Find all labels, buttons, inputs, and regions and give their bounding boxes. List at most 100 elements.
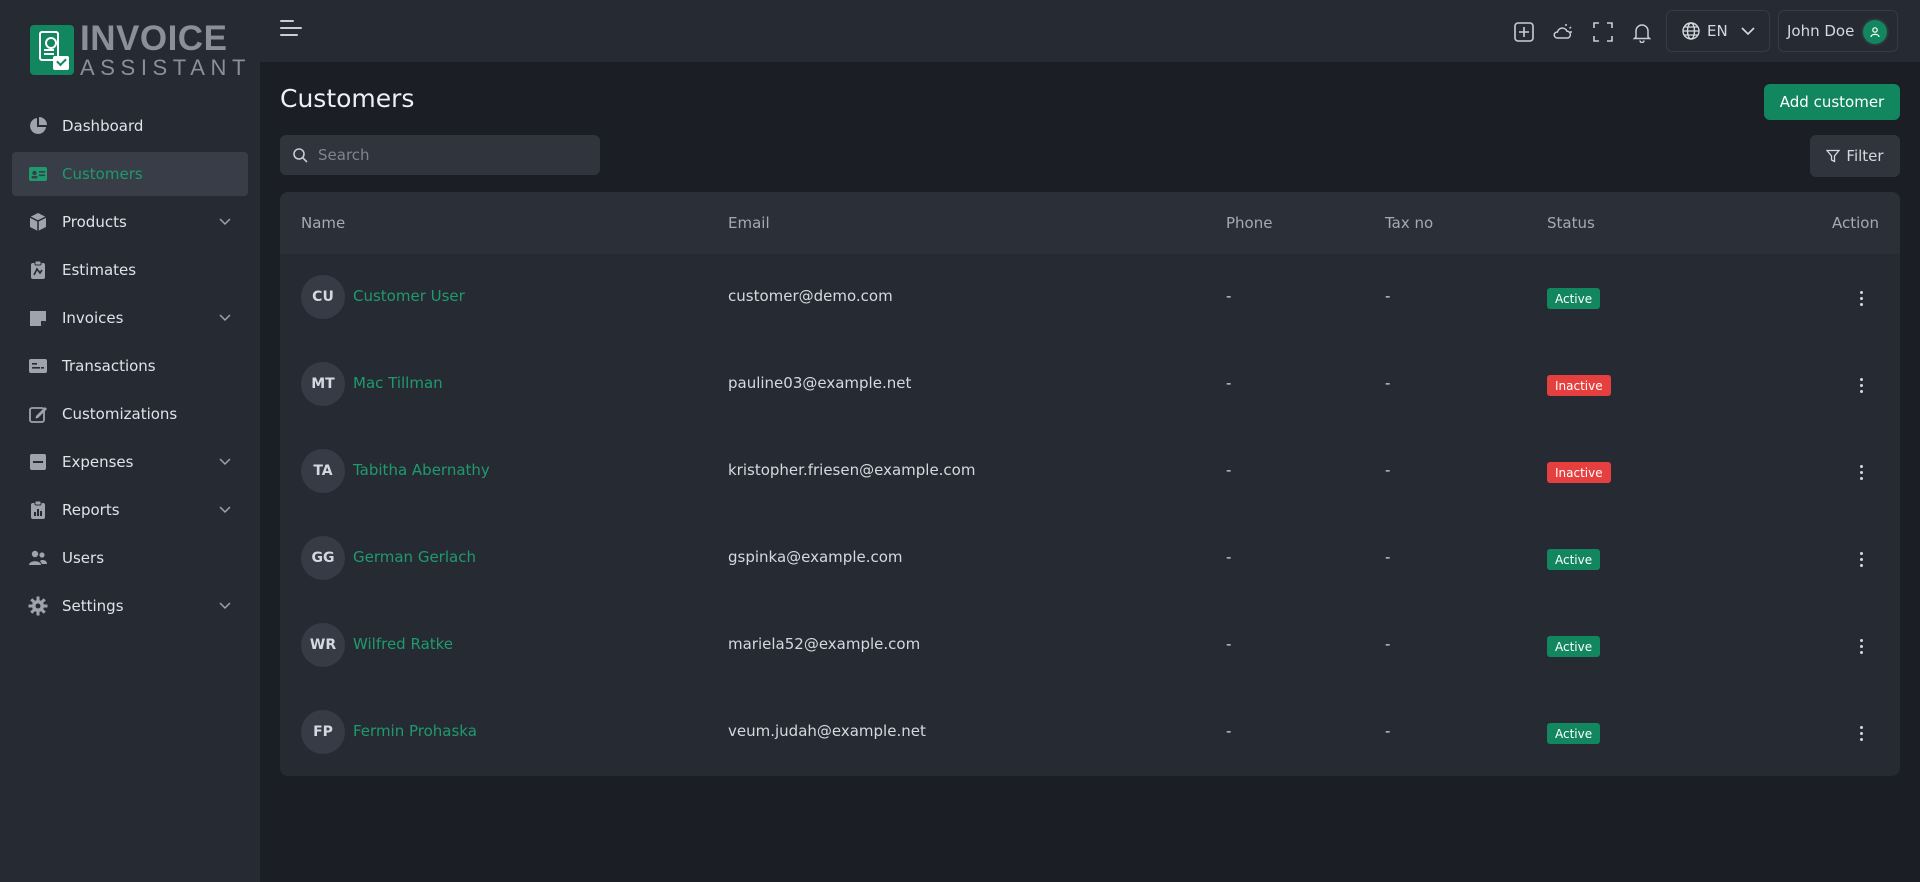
status-badge: Active <box>1547 549 1601 570</box>
customers-table: Name Email Phone Tax no Status Action CU… <box>280 192 1900 776</box>
customer-tax-no: - <box>1385 548 1391 566</box>
search-box <box>280 135 600 175</box>
customer-phone: - <box>1226 287 1232 305</box>
sidebar-item-users[interactable]: Users <box>12 536 248 580</box>
customer-name-link[interactable]: Tabitha Abernathy <box>353 461 490 479</box>
table-row: MT Mac Tillman pauline03@example.net - -… <box>280 341 1900 428</box>
customer-tax-no: - <box>1385 461 1391 479</box>
customer-email: pauline03@example.net <box>728 374 912 392</box>
fullscreen-icon[interactable] <box>1591 20 1615 44</box>
language-label: EN <box>1707 22 1728 40</box>
chevron-down-icon <box>218 310 232 328</box>
filter-icon <box>1826 149 1841 163</box>
sidebar-item-reports[interactable]: Reports <box>12 488 248 532</box>
search-icon <box>292 147 308 163</box>
sidebar-item-customers[interactable]: Customers <box>12 152 248 196</box>
chevron-down-icon <box>218 502 232 520</box>
user-menu[interactable]: John Doe <box>1778 10 1898 52</box>
sidebar-item-estimates[interactable]: Estimates <box>12 248 248 292</box>
globe-icon <box>1681 21 1701 41</box>
user-name: John Doe <box>1787 22 1855 40</box>
status-badge: Active <box>1547 636 1601 657</box>
sidebar-item-label: Dashboard <box>62 117 144 135</box>
user-avatar-icon <box>1861 18 1889 46</box>
customer-avatar: CU <box>301 275 345 319</box>
sidebar-item-settings[interactable]: Settings <box>12 584 248 628</box>
add-square-icon[interactable] <box>1512 20 1536 44</box>
more-options-icon[interactable] <box>1853 375 1869 395</box>
customer-avatar: WR <box>301 623 345 667</box>
table-row: GG German Gerlach gspinka@example.com - … <box>280 515 1900 602</box>
sidebar-item-invoices[interactable]: Invoices <box>12 296 248 340</box>
customer-email: customer@demo.com <box>728 287 893 305</box>
column-header-email[interactable]: Email <box>728 214 770 232</box>
sidebar-item-label: Users <box>62 549 105 567</box>
bell-icon[interactable] <box>1630 20 1654 44</box>
status-badge: Inactive <box>1547 375 1611 396</box>
more-options-icon[interactable] <box>1853 549 1869 569</box>
id-card-icon <box>28 164 48 184</box>
table-header: Name Email Phone Tax no Status Action <box>280 192 1900 254</box>
customer-tax-no: - <box>1385 722 1391 740</box>
app-logo[interactable]: INVOICE ASSISTANT <box>30 19 251 79</box>
more-options-icon[interactable] <box>1853 636 1869 656</box>
customer-name-link[interactable]: Customer User <box>353 287 465 305</box>
language-selector[interactable]: EN <box>1666 10 1770 52</box>
transactions-icon <box>28 356 48 376</box>
chevron-down-icon <box>218 214 232 232</box>
sidebar-item-transactions[interactable]: Transactions <box>12 344 248 388</box>
sidebar-item-expenses[interactable]: Expenses <box>12 440 248 484</box>
chevron-down-icon <box>1740 23 1756 39</box>
sidebar-item-products[interactable]: Products <box>12 200 248 244</box>
customer-name-link[interactable]: Wilfred Ratke <box>353 635 453 653</box>
sidebar-item-label: Expenses <box>62 453 134 471</box>
customer-phone: - <box>1226 461 1232 479</box>
column-header-tax-no[interactable]: Tax no <box>1385 214 1433 232</box>
weather-theme-icon[interactable] <box>1551 20 1575 44</box>
customer-name-link[interactable]: German Gerlach <box>353 548 476 566</box>
customer-phone: - <box>1226 635 1232 653</box>
customer-avatar: TA <box>301 449 345 493</box>
customer-avatar: GG <box>301 536 345 580</box>
table-row: WR Wilfred Ratke mariela52@example.com -… <box>280 602 1900 689</box>
topbar: EN John Doe <box>260 0 1920 62</box>
sidebar-item-customizations[interactable]: Customizations <box>12 392 248 436</box>
sidebar-item-label: Transactions <box>62 357 156 375</box>
filter-label: Filter <box>1846 147 1884 165</box>
table-body: CU Customer User customer@demo.com - - A… <box>280 254 1900 776</box>
report-icon <box>28 500 48 520</box>
customer-email: kristopher.friesen@example.com <box>728 461 976 479</box>
column-header-phone[interactable]: Phone <box>1226 214 1272 232</box>
more-options-icon[interactable] <box>1853 723 1869 743</box>
status-badge: Active <box>1547 723 1601 744</box>
menu-toggle-icon[interactable] <box>280 20 304 38</box>
sidebar-item-label: Invoices <box>62 309 124 327</box>
customer-name-link[interactable]: Fermin Prohaska <box>353 722 477 740</box>
logo-line1: INVOICE <box>80 19 228 58</box>
more-options-icon[interactable] <box>1853 288 1869 308</box>
sidebar-item-label: Products <box>62 213 127 231</box>
sidebar-item-dashboard[interactable]: Dashboard <box>12 104 248 148</box>
add-customer-button[interactable]: Add customer <box>1764 84 1900 120</box>
table-row: CU Customer User customer@demo.com - - A… <box>280 254 1900 341</box>
sidebar-nav: Dashboard Customers Products Estimates I… <box>12 104 248 632</box>
chevron-down-icon <box>218 454 232 472</box>
table-row: FP Fermin Prohaska veum.judah@example.ne… <box>280 689 1900 776</box>
customer-name-link[interactable]: Mac Tillman <box>353 374 443 392</box>
minus-square-icon <box>28 452 48 472</box>
customer-avatar: MT <box>301 362 345 406</box>
customer-phone: - <box>1226 548 1232 566</box>
chevron-down-icon <box>218 598 232 616</box>
customer-avatar: FP <box>301 710 345 754</box>
invoice-icon <box>28 308 48 328</box>
more-options-icon[interactable] <box>1853 462 1869 482</box>
status-badge: Active <box>1547 288 1601 309</box>
sidebar-item-label: Customizations <box>62 405 178 423</box>
status-badge: Inactive <box>1547 462 1611 483</box>
filter-button[interactable]: Filter <box>1810 135 1900 177</box>
customer-phone: - <box>1226 374 1232 392</box>
search-input[interactable] <box>318 146 588 164</box>
column-header-status[interactable]: Status <box>1547 214 1595 232</box>
customer-tax-no: - <box>1385 635 1391 653</box>
column-header-name[interactable]: Name <box>301 214 345 232</box>
